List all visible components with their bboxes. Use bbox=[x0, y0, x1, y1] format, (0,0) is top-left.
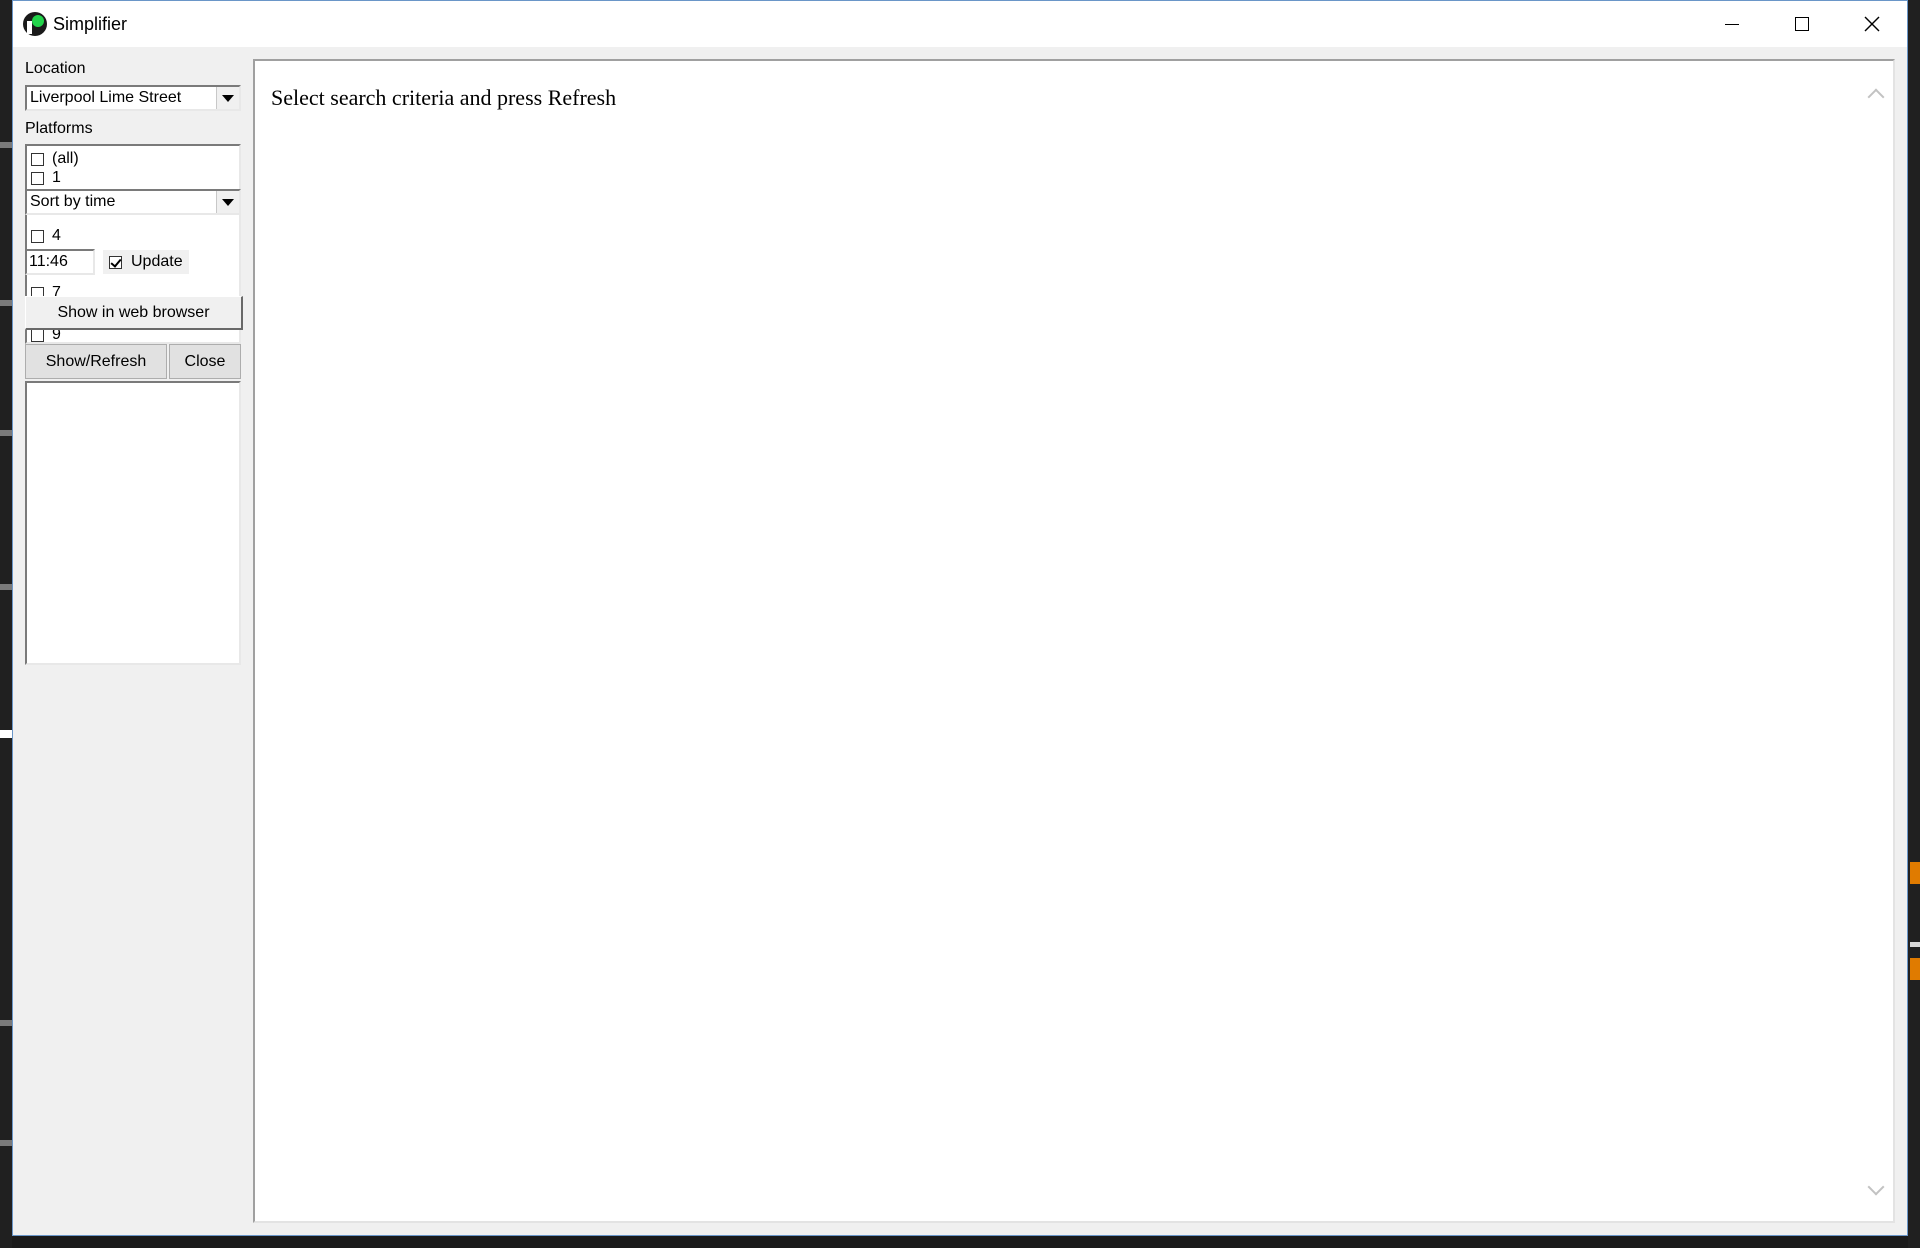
app-icon[interactable] bbox=[23, 12, 47, 36]
scroll-up-icon[interactable] bbox=[1867, 85, 1885, 106]
desktop-mark bbox=[0, 1020, 12, 1026]
maximize-button[interactable] bbox=[1767, 1, 1837, 47]
checkbox[interactable] bbox=[31, 328, 44, 342]
platform-item-4[interactable]: 4 bbox=[31, 227, 61, 245]
desktop-mark bbox=[0, 300, 12, 306]
sort-value: Sort by time bbox=[30, 193, 116, 210]
platform-label: 1 bbox=[52, 169, 61, 186]
platform-item-1[interactable]: 1 bbox=[31, 169, 61, 187]
desktop-mark bbox=[0, 584, 12, 590]
window-title: Simplifier bbox=[53, 13, 128, 34]
chevron-down-icon[interactable] bbox=[216, 191, 239, 213]
platform-item-all[interactable]: (all) bbox=[31, 150, 79, 168]
time-input[interactable]: 11:46 bbox=[25, 249, 95, 275]
results-panel[interactable]: Select search criteria and press Refresh bbox=[253, 59, 1895, 1223]
checkbox[interactable] bbox=[31, 171, 44, 185]
show-in-web-browser-button[interactable]: Show in web browser bbox=[25, 296, 243, 330]
update-checkbox-group[interactable]: Update bbox=[103, 250, 189, 274]
close-button[interactable]: Close bbox=[169, 344, 241, 379]
scroll-down-icon[interactable] bbox=[1867, 1178, 1885, 1199]
close-window-button[interactable] bbox=[1837, 1, 1907, 47]
checkbox[interactable] bbox=[31, 152, 44, 166]
window-controls bbox=[1697, 1, 1907, 47]
desktop-mark bbox=[0, 1140, 12, 1146]
update-label: Update bbox=[131, 253, 183, 270]
checkbox[interactable] bbox=[31, 229, 44, 243]
vertical-scrollbar[interactable] bbox=[1859, 61, 1893, 1221]
desktop-mark bbox=[1910, 942, 1920, 947]
desktop-mark bbox=[0, 142, 12, 148]
desktop-background-right bbox=[1908, 0, 1920, 1248]
status-message: Select search criteria and press Refresh bbox=[271, 85, 617, 110]
title-bar[interactable]: Simplifier bbox=[13, 1, 1907, 47]
location-value: Liverpool Lime Street bbox=[30, 89, 182, 106]
results-list[interactable] bbox=[25, 381, 241, 665]
chevron-down-icon[interactable] bbox=[216, 87, 239, 109]
maximize-icon bbox=[1795, 17, 1809, 31]
minimize-icon bbox=[1725, 23, 1739, 25]
simplifier-window: Simplifier Location Liverpool Lime Stree… bbox=[12, 0, 1908, 1236]
update-checkbox[interactable] bbox=[109, 255, 122, 269]
sort-dropdown[interactable]: Sort by time bbox=[25, 189, 241, 215]
location-label: Location bbox=[25, 60, 86, 77]
desktop-mark bbox=[0, 730, 12, 738]
minimize-button[interactable] bbox=[1697, 1, 1767, 47]
desktop-mark bbox=[1910, 862, 1920, 884]
platform-label: 4 bbox=[52, 227, 61, 244]
show-refresh-button[interactable]: Show/Refresh bbox=[25, 344, 167, 379]
location-dropdown[interactable]: Liverpool Lime Street bbox=[25, 85, 241, 111]
desktop-mark bbox=[1910, 958, 1920, 980]
platforms-label: Platforms bbox=[25, 120, 93, 137]
platform-label: (all) bbox=[52, 150, 79, 167]
desktop-background-left bbox=[0, 0, 12, 1248]
desktop-mark bbox=[0, 430, 12, 436]
close-icon bbox=[1864, 16, 1880, 32]
